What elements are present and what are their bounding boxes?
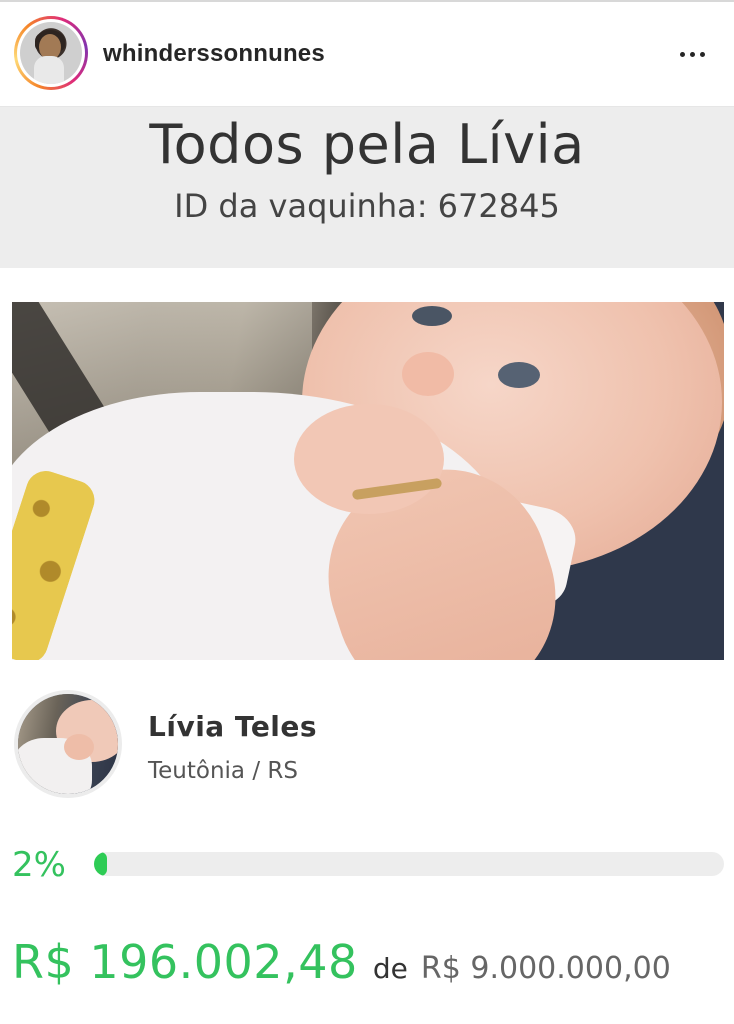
username-link[interactable]: whinderssonnunes xyxy=(103,40,325,68)
beneficiary-location: Teutônia / RS xyxy=(148,758,298,784)
beneficiary-avatar xyxy=(14,690,122,798)
amount-connector: de xyxy=(372,952,408,985)
avatar-frame xyxy=(17,19,85,87)
profile-avatar[interactable] xyxy=(20,22,82,84)
campaign-title: Todos pela Lívia xyxy=(149,113,585,176)
progress-percent: 2% xyxy=(12,845,66,885)
more-horizontal-icon xyxy=(699,51,705,57)
progress-bar xyxy=(94,852,724,876)
amounts-row: R$ 196.002,48 de R$ 9.000.000,00 xyxy=(12,935,671,989)
photo-nose-shape xyxy=(402,352,454,396)
post-header: whinderssonnunes xyxy=(0,0,734,107)
avatar-body-shape xyxy=(34,56,64,84)
more-horizontal-icon xyxy=(679,51,685,57)
more-options-button[interactable] xyxy=(670,40,714,68)
beneficiary-name: Lívia Teles xyxy=(148,710,318,743)
top-divider xyxy=(0,0,734,2)
amount-raised: R$ 196.002,48 xyxy=(12,935,358,989)
more-horizontal-icon xyxy=(689,51,695,57)
campaign-id: ID da vaquinha: 672845 xyxy=(174,187,560,225)
photo-eye-shape xyxy=(498,362,540,388)
campaign-photo xyxy=(12,302,724,660)
photo-eye-shape xyxy=(412,306,452,326)
beneficiary-avatar-hand xyxy=(64,734,94,760)
progress-bar-fill xyxy=(94,852,107,876)
campaign-banner: Todos pela Lívia ID da vaquinha: 672845 xyxy=(0,107,734,268)
amount-goal: R$ 9.000.000,00 xyxy=(420,951,671,986)
story-ring[interactable] xyxy=(14,16,88,90)
